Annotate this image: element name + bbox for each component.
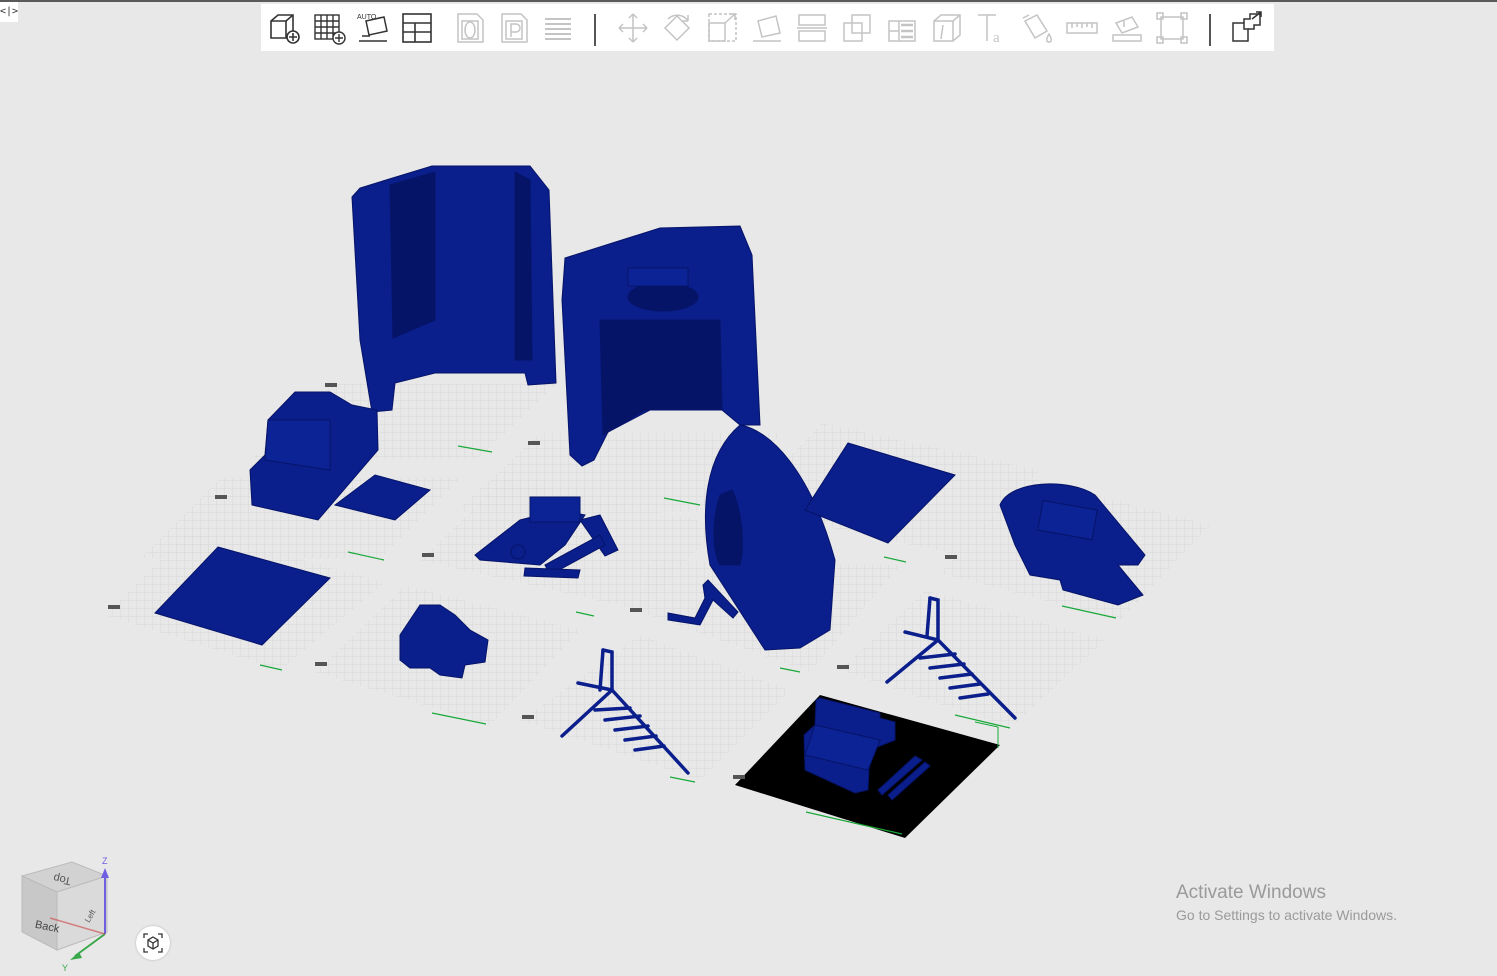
seam-button[interactable] <box>927 8 967 48</box>
split-to-objects-button[interactable] <box>1227 8 1267 48</box>
lay-on-face-button[interactable] <box>747 8 787 48</box>
grid-plus-icon <box>314 14 346 45</box>
p-doc-icon <box>501 13 528 43</box>
auto-layout-icon: AUTO <box>357 14 388 42</box>
cube-plus-icon <box>270 14 300 44</box>
view-cube-graphic: Top Back Left Z Y <box>20 856 109 973</box>
fit-view-icon <box>1156 12 1188 44</box>
fit-view-button[interactable] <box>1152 8 1192 48</box>
scale-button[interactable] <box>702 8 742 48</box>
auto-layout-button[interactable]: AUTO <box>353 8 393 48</box>
toolbar-separator <box>1209 14 1211 46</box>
window-top-border <box>0 0 1497 2</box>
activate-windows-title: Activate Windows <box>1176 882 1326 903</box>
z-axis-label: Z <box>102 856 108 866</box>
support-paint-icon <box>888 20 916 42</box>
move-icon <box>618 13 648 43</box>
color-paint-button[interactable] <box>1017 8 1057 48</box>
seam-icon <box>933 14 961 42</box>
zero-doc-icon <box>457 13 484 43</box>
rotate-button[interactable] <box>657 8 697 48</box>
cut-icon <box>797 14 827 42</box>
ruler-icon <box>1066 22 1098 34</box>
build-plate[interactable] <box>840 590 1105 728</box>
place-button[interactable] <box>494 8 534 48</box>
assembly-button[interactable] <box>1107 8 1147 48</box>
3d-viewport[interactable] <box>0 52 1497 971</box>
sidebar-toggle-button[interactable]: <|> <box>0 2 18 22</box>
lay-flat-icon <box>753 15 781 42</box>
assembly-icon <box>1112 16 1142 42</box>
measure-button[interactable] <box>1062 8 1102 48</box>
split-objects-icon <box>1232 11 1262 42</box>
rotate-icon <box>663 14 691 42</box>
activate-windows-watermark: Activate Windows Go to Settings to activ… <box>1176 881 1397 925</box>
text-icon: a <box>978 14 1000 45</box>
reset-view-button[interactable] <box>136 926 170 960</box>
text-tool-button[interactable]: a <box>972 8 1012 48</box>
toolbar-separator <box>594 14 596 46</box>
layout-panel-button[interactable] <box>397 8 437 48</box>
add-model-button[interactable] <box>264 8 304 48</box>
activate-windows-subtitle: Go to Settings to activate Windows. <box>1176 907 1397 923</box>
view-cube[interactable]: Top Back Left Z Y <box>12 852 122 973</box>
support-paint-button[interactable] <box>882 8 922 48</box>
scale-icon <box>708 13 737 42</box>
move-button[interactable] <box>613 8 653 48</box>
boolean-button[interactable] <box>837 8 877 48</box>
list-icon <box>545 18 571 40</box>
svg-text:a: a <box>993 30 1000 45</box>
layout-panel-icon <box>402 13 432 43</box>
orient-button[interactable] <box>450 8 490 48</box>
slice-list-button[interactable] <box>538 8 578 48</box>
top-toolbar: AUTO a <box>261 4 1274 51</box>
cut-button[interactable] <box>792 8 832 48</box>
build-plate[interactable] <box>520 635 790 780</box>
add-plate-button[interactable] <box>309 8 349 48</box>
boolean-icon <box>843 14 871 42</box>
paint-bucket-icon <box>1022 14 1052 43</box>
y-axis-label: Y <box>62 963 68 971</box>
cube-view-icon <box>143 933 163 953</box>
